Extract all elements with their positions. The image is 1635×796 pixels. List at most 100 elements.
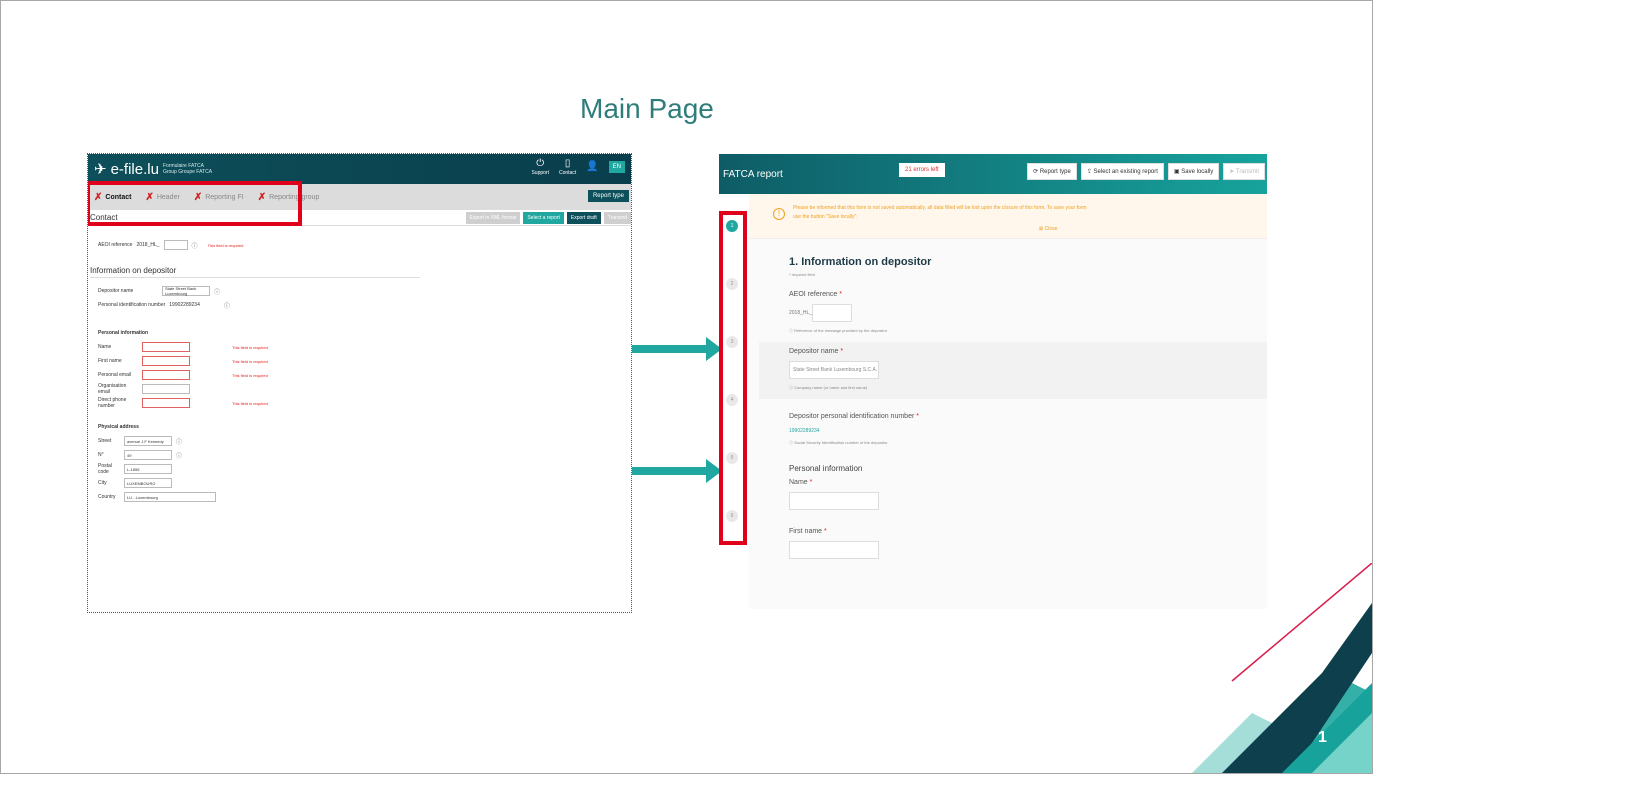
errors-badge[interactable]: 21 errors left: [899, 163, 945, 177]
depositor-name-input[interactable]: State Street Bank Luxembourg: [162, 286, 210, 296]
refresh-icon: ⟳: [1033, 169, 1040, 175]
depositor-name-label: Depositor name *: [789, 342, 1267, 355]
depositor-pin-help: ⓘ Social Security Identification number …: [789, 440, 1267, 446]
country-label: Country: [98, 494, 116, 500]
depositor-pin-value: 19902289234: [789, 428, 820, 434]
corner-decoration: [1192, 563, 1372, 773]
section-heading: 1. Information on depositor: [789, 256, 932, 268]
required-star: *: [809, 479, 813, 486]
required-msg: This field is required: [232, 400, 268, 406]
help-icon[interactable]: ⓘ: [214, 287, 220, 296]
support-button[interactable]: ⏻ Support: [531, 158, 549, 176]
first-name-input[interactable]: [789, 541, 879, 559]
country-select[interactable]: LU - Luxembourg: [124, 492, 216, 502]
close-label: Close: [1044, 226, 1058, 232]
left-screenshot: ✈ e-file.lu Formulaire FATCA Group Group…: [87, 153, 632, 613]
required-msg: This field is required: [207, 242, 244, 248]
depositor-name-help: ⓘ Company name (or name and first name): [789, 385, 1267, 391]
export-xml-button[interactable]: Export in XML format: [465, 211, 521, 224]
slide-title: Main Page: [580, 93, 714, 124]
personal-email-input[interactable]: [142, 370, 190, 380]
language-button[interactable]: EN: [608, 161, 625, 173]
efile-logo[interactable]: ✈ e-file.lu Formulaire FATCA Group Group…: [94, 160, 213, 179]
aeoi-label-text: AEOI reference: [789, 291, 838, 298]
warning-icon: !: [773, 208, 785, 220]
report-type-button[interactable]: ⟳ Report type: [1027, 163, 1077, 180]
power-icon: ⏻: [536, 158, 545, 169]
first-name-label: First name: [98, 358, 122, 364]
steps-highlight-box: [719, 211, 747, 545]
personal-email-label: Personal email: [98, 372, 132, 378]
upload-icon: ⇪: [1086, 169, 1094, 175]
save-locally-button[interactable]: ▣ Save locally: [1167, 163, 1220, 180]
right-topbar: FATCA report 21 errors left ⟳ Report typ…: [719, 154, 1267, 194]
first-name-label: First name *: [789, 528, 1267, 535]
city-input[interactable]: LUXEMBOURG: [124, 478, 172, 488]
phone-icon: ▯: [564, 158, 571, 169]
phone-label: Direct phone number: [98, 397, 127, 409]
report-type-label: Report type: [1039, 169, 1071, 175]
help-icon[interactable]: ⓘ: [192, 241, 198, 250]
aeoi-help: ⓘ Reference of the message provided by t…: [789, 328, 1267, 334]
left-top-actions: ⏻ Support ▯ Contact 👤 EN: [531, 158, 625, 176]
warning-banner: ! Please be informed that this form is n…: [749, 194, 1267, 239]
phone-input[interactable]: [142, 398, 190, 408]
depositor-pin-help-text: Social Security Identification number of…: [794, 440, 888, 445]
aeoi-label: AEOI reference: [98, 242, 133, 248]
transmit-button[interactable]: Transmit: [603, 211, 631, 224]
personal-id-value: 19902289234: [169, 302, 200, 308]
required-msg: This field is required: [232, 372, 268, 378]
help-icon[interactable]: ⓘ: [176, 451, 182, 460]
aeoi-prefix: 2018_HL_: [136, 242, 160, 248]
street-input[interactable]: avenue J.F Kennedy: [124, 436, 172, 446]
aeoi-input[interactable]: [163, 240, 188, 250]
name-label-text: Name: [789, 479, 808, 486]
aeoi-input[interactable]: [812, 304, 853, 322]
right-screenshot: FATCA report 21 errors left ⟳ Report typ…: [719, 154, 1267, 609]
personal-info-heading: Personal information: [98, 330, 149, 336]
select-existing-label: Select an existing report: [1093, 169, 1158, 175]
send-icon: ➤: [1229, 169, 1236, 175]
contact-button[interactable]: ▯ Contact: [559, 158, 576, 176]
aeoi-help-text: Reference of the message provided by the…: [794, 328, 888, 333]
slide: Main Page ✈ e-file.lu Formulaire FATCA G…: [0, 0, 1373, 774]
close-button[interactable]: ⊠ Close: [1039, 226, 1057, 232]
fatca-report-title: FATCA report: [723, 168, 783, 180]
left-form: AEOI reference 2018_HL_ ⓘ This field is …: [88, 226, 631, 504]
help-icon[interactable]: ⓘ: [224, 301, 230, 310]
required-note: * required field: [789, 272, 815, 277]
aeoi-prefix: 2018_HL_: [789, 310, 813, 316]
number-input[interactable]: 49: [124, 450, 172, 460]
user-menu-button[interactable]: 👤: [586, 161, 598, 173]
first-name-input[interactable]: [142, 356, 190, 366]
contact-label: Contact: [558, 170, 577, 176]
report-type-button[interactable]: Report type: [587, 190, 629, 202]
save-locally-label: Save locally: [1181, 169, 1214, 175]
personal-id-label: Personal identification number: [98, 302, 166, 308]
depositor-name-input[interactable]: State Street Bank Luxembourg S.C.A.: [789, 361, 879, 379]
required-msg: This field is required: [232, 344, 268, 350]
name-input[interactable]: [789, 492, 879, 510]
postal-input[interactable]: L-1855: [124, 464, 172, 474]
required-star: *: [839, 291, 842, 298]
arrow-to-steps-1: [632, 337, 722, 361]
name-label: Name *: [789, 479, 1267, 486]
required-star: *: [916, 413, 919, 420]
support-label: Support: [531, 170, 549, 176]
personal-info-heading: Personal information: [789, 464, 863, 473]
user-icon: 👤: [586, 161, 599, 172]
select-report-button[interactable]: Select a report: [523, 211, 564, 224]
right-content: ! Please be informed that this form is n…: [749, 194, 1267, 609]
bird-icon: ✈: [94, 161, 107, 178]
help-icon[interactable]: ⓘ: [176, 437, 182, 446]
org-email-input[interactable]: [142, 384, 190, 394]
select-existing-report-button[interactable]: ⇪ Select an existing report: [1080, 163, 1164, 180]
transmit-button[interactable]: ➤ Transmit: [1223, 163, 1265, 180]
logo-sub2: Group Groupe FATCA: [162, 169, 213, 175]
depositor-heading: Information on depositor: [90, 266, 420, 278]
left-topbar: ✈ e-file.lu Formulaire FATCA Group Group…: [88, 154, 631, 184]
name-input[interactable]: [142, 342, 190, 352]
page-number: 1: [1318, 729, 1327, 746]
export-draft-button[interactable]: Export draft: [566, 211, 601, 224]
tabs-highlight-box: [88, 181, 302, 226]
